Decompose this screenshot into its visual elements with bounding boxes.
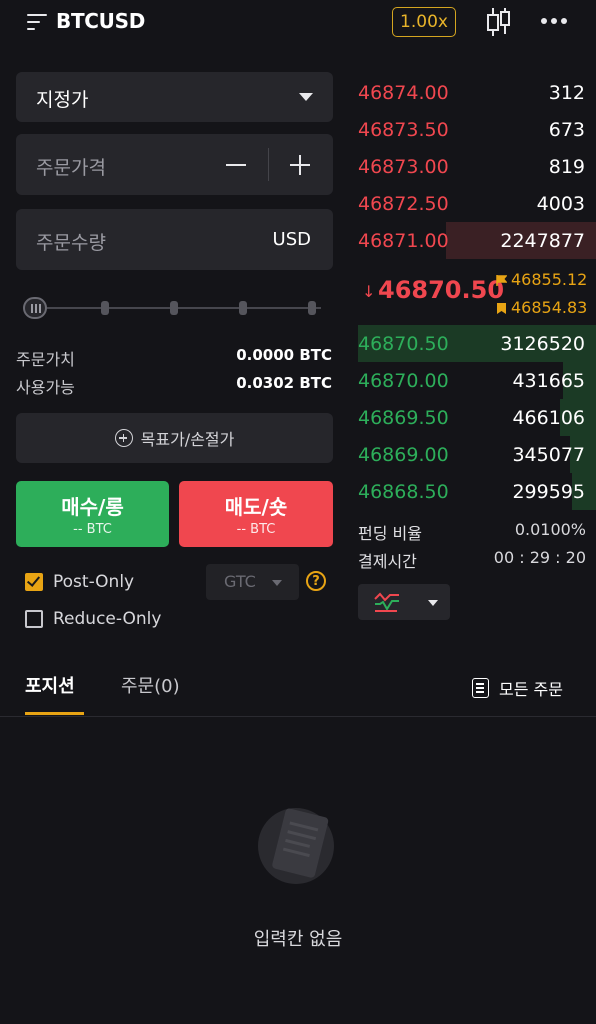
buy-amount: -- BTC	[73, 522, 112, 537]
active-tab-indicator	[25, 712, 84, 715]
empty-document-icon	[258, 808, 334, 884]
ask-row[interactable]: 46873.00 819	[358, 148, 596, 185]
bid-qty: 299595	[512, 481, 585, 503]
help-icon[interactable]: ?	[306, 571, 326, 591]
bid-qty: 3126520	[500, 333, 585, 355]
tab-positions[interactable]: 포지션	[25, 672, 75, 698]
bid-qty: 345077	[512, 444, 585, 466]
settle-time: 00 : 29 : 20	[493, 548, 586, 567]
minus-icon[interactable]	[226, 164, 246, 166]
ask-qty: 2247877	[500, 230, 585, 252]
available-row: 사용가능 0.0302 BTC	[16, 374, 332, 397]
post-only-checkbox[interactable]	[25, 573, 43, 591]
reduce-only-checkbox[interactable]	[25, 610, 43, 628]
ask-row[interactable]: 46871.00 2247877	[358, 222, 596, 259]
buy-label: 매수/롱	[61, 495, 124, 519]
orderbook-view-button[interactable]	[358, 584, 450, 620]
bid-price: 46868.50	[358, 481, 449, 503]
ask-price: 46871.00	[358, 230, 449, 252]
chevron-down-icon	[428, 600, 438, 606]
slider-handle[interactable]	[23, 297, 47, 319]
flag-icon	[496, 275, 507, 286]
tpsl-label: 목표가/손절가	[140, 430, 235, 449]
bookmark-icon	[497, 303, 506, 314]
order-value-row: 주문가치 0.0000 BTC	[16, 346, 332, 369]
ask-qty: 673	[548, 119, 585, 141]
tab-orders[interactable]: 주문(0)	[121, 672, 180, 698]
more-icon[interactable]	[540, 17, 568, 25]
time-in-force-value: GTC	[224, 572, 256, 591]
bid-price: 46870.00	[358, 370, 449, 392]
ask-price: 46873.50	[358, 119, 449, 141]
ask-row[interactable]: 46872.50 4003	[358, 185, 596, 222]
index-price: 46854.83	[511, 298, 588, 317]
bid-row[interactable]: 46869.00 345077	[358, 436, 596, 473]
menu-icon[interactable]	[27, 13, 47, 31]
ask-qty: 819	[548, 156, 585, 178]
ask-row[interactable]: 46873.50 673	[358, 111, 596, 148]
all-orders-label: 모든 주문	[499, 680, 563, 699]
bid-qty: 466106	[512, 407, 585, 429]
reduce-only-label[interactable]: Reduce-Only	[53, 609, 161, 629]
slider-tick-25[interactable]	[101, 301, 109, 315]
bid-price: 46870.50	[358, 333, 449, 355]
bid-row[interactable]: 46870.50 3126520	[358, 325, 596, 362]
chevron-down-icon	[299, 93, 313, 101]
document-icon	[472, 678, 489, 698]
post-only-label[interactable]: Post-Only	[53, 572, 134, 592]
qty-unit-label[interactable]: USD	[273, 229, 311, 250]
last-price[interactable]: 46870.50	[378, 276, 504, 304]
order-value: 0.0000 BTC	[236, 346, 332, 364]
ask-qty: 4003	[536, 193, 585, 215]
tpsl-button[interactable]: 목표가/손절가	[16, 413, 333, 463]
funding-rate: 0.0100%	[514, 520, 586, 539]
bid-price: 46869.50	[358, 407, 449, 429]
orderbook-mode-icon	[374, 592, 399, 612]
bid-row[interactable]: 46868.50 299595	[358, 473, 596, 510]
order-qty-input[interactable]: 주문수량 USD	[16, 209, 333, 270]
all-orders-button[interactable]: 모든 주문	[472, 676, 563, 700]
bid-qty: 431665	[512, 370, 585, 392]
buy-long-button[interactable]: 매수/롱 -- BTC	[16, 481, 169, 547]
empty-state-text: 입력칸 없음	[253, 929, 343, 950]
ask-price: 46873.00	[358, 156, 449, 178]
divider	[0, 716, 596, 717]
index-price-row: 46854.83	[496, 298, 587, 317]
slider-tick-50[interactable]	[170, 301, 178, 315]
symbol-title[interactable]: BTCUSD	[56, 9, 145, 33]
chevron-down-icon	[272, 580, 282, 586]
divider	[268, 148, 269, 181]
ask-qty: 312	[548, 82, 585, 104]
funding-label: 펀딩 비율	[358, 524, 422, 543]
order-type-select[interactable]: 지정가	[16, 72, 333, 122]
bid-row[interactable]: 46870.00 431665	[358, 362, 596, 399]
ask-price: 46874.00	[358, 82, 449, 104]
slider-tick-100[interactable]	[308, 301, 316, 315]
sell-amount: -- BTC	[236, 522, 276, 537]
settle-label: 결제시간	[358, 552, 417, 571]
order-type-label: 지정가	[36, 89, 89, 111]
sell-label: 매도/숏	[224, 495, 288, 519]
ask-row[interactable]: 46874.00 312	[358, 74, 596, 111]
order-price-placeholder: 주문가격	[36, 157, 106, 179]
sell-short-button[interactable]: 매도/숏 -- BTC	[179, 481, 333, 547]
order-value-label: 주문가치	[16, 350, 75, 369]
mark-price-row: 46855.12	[496, 270, 587, 289]
qty-slider[interactable]	[23, 295, 325, 321]
available-label: 사용가능	[16, 378, 75, 397]
ask-price: 46872.50	[358, 193, 449, 215]
plus-circle-icon	[114, 429, 133, 447]
order-qty-placeholder: 주문수량	[36, 232, 106, 254]
time-in-force-select[interactable]: GTC	[206, 564, 299, 600]
slider-tick-75[interactable]	[239, 301, 247, 315]
bid-price: 46869.00	[358, 444, 449, 466]
bid-row[interactable]: 46869.50 466106	[358, 399, 596, 436]
leverage-button[interactable]: 1.00x	[392, 7, 456, 37]
candlestick-chart-icon[interactable]	[486, 6, 512, 38]
available-value: 0.0302 BTC	[236, 374, 332, 392]
order-price-input[interactable]: 주문가격	[16, 134, 333, 195]
arrow-down-icon: ↓	[362, 282, 376, 301]
mark-price: 46855.12	[511, 270, 588, 289]
